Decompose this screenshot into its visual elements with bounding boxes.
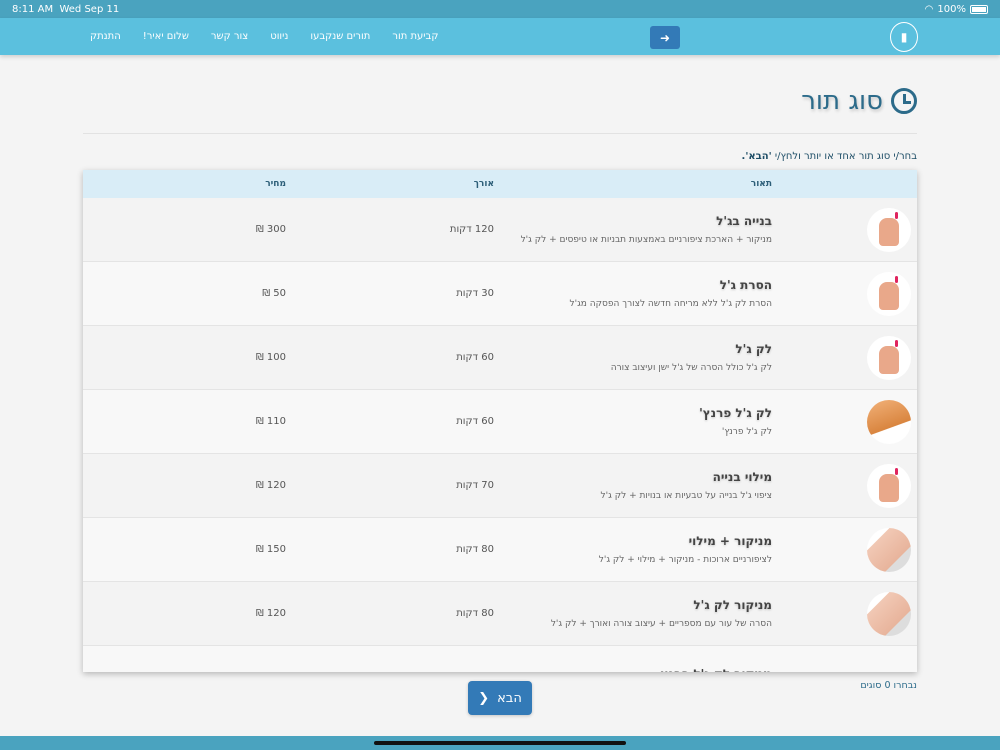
- header-description: תאור: [750, 179, 772, 189]
- nav-contact[interactable]: צור קשר: [211, 31, 248, 42]
- row-description: מניקור + מילוי לציפורניים ארוכות - מניקור…: [494, 534, 772, 565]
- service-description: הסרת לק ג'ל ללא מריחה חדשה לצורך הפסקה מ…: [569, 299, 773, 309]
- row-description: מניקור לק ג'ל הסרה של עור עם מספריים + עי…: [494, 598, 772, 629]
- next-button[interactable]: הבא ❮: [468, 681, 532, 715]
- table-row[interactable]: מניקור לק ג'ל הסרה של עור עם מספריים + עי…: [83, 582, 917, 646]
- service-image: [867, 463, 911, 508]
- service-description: לק ג'ל כולל הסרה של ג'ל ישן ועיצוב צורה: [610, 363, 772, 373]
- table-row[interactable]: לק ג'ל פרנץ' לק ג'ל פרנץ' 60 דקות 110 ₪: [83, 390, 917, 454]
- service-duration: 80 דקות: [456, 608, 494, 619]
- header-duration: אורך: [473, 179, 494, 189]
- service-duration: 70 דקות: [456, 480, 494, 491]
- table-header: תאור אורך מחיר: [83, 170, 917, 198]
- row-image-cell: [772, 399, 917, 444]
- service-duration: 60 דקות: [456, 416, 494, 427]
- page-title-text: סוג תור: [801, 86, 883, 116]
- service-title: מניקור לק ג'ל: [693, 598, 772, 612]
- row-description: לק ג'ל לק ג'ל כולל הסרה של ג'ל ישן ועיצוב…: [494, 342, 772, 373]
- nav-my-appointments[interactable]: תורים שנקבעו: [310, 31, 370, 42]
- service-image: [867, 271, 911, 316]
- row-image-cell: [772, 271, 917, 316]
- header-price: מחיר: [265, 179, 286, 189]
- row-description: בנייה בג'ל מניקור + הארכת ציפורניים באמצע…: [494, 214, 772, 245]
- nav-book-appointment[interactable]: קביעת תור: [392, 31, 438, 42]
- instruction-bold: 'הבא'.: [741, 151, 772, 162]
- service-title: מילוי בנייה: [712, 470, 772, 484]
- chevron-left-icon: ❮: [478, 690, 490, 706]
- service-duration: 30 דקות: [456, 288, 494, 299]
- instruction-text: בחר/י סוג תור אחד או יותר ולחץ/י 'הבא'.: [742, 151, 917, 162]
- service-image: [867, 207, 911, 252]
- service-image: [867, 527, 911, 572]
- battery-icon: [970, 4, 988, 14]
- table-row[interactable]: לק ג'ל לק ג'ל כולל הסרה של ג'ל ישן ועיצוב…: [83, 326, 917, 390]
- row-image-cell: [772, 335, 917, 380]
- table-row[interactable]: בנייה בג'ל מניקור + הארכת ציפורניים באמצע…: [83, 198, 917, 262]
- row-description: לק ג'ל פרנץ' לק ג'ל פרנץ': [494, 406, 772, 437]
- service-description: לציפורניים ארוכות - מניקור + מילוי + לק …: [598, 555, 772, 565]
- navbar: קביעת תור תורים שנקבעו ניווט צור קשר שלו…: [0, 18, 1000, 55]
- service-description: מניקור + הארכת ציפורניים באמצעות תבניות …: [520, 235, 772, 245]
- table-row[interactable]: מניקור לק ג'ל פרנץ: [83, 646, 917, 672]
- status-date: Wed Sep 11: [59, 3, 120, 15]
- appointment-types-table[interactable]: תאור אורך מחיר בנייה בג'ל מניקור + הארכת …: [83, 170, 917, 672]
- battery-percent: 100%: [937, 3, 966, 15]
- service-image: [867, 591, 911, 636]
- service-duration: 120 דקות: [449, 224, 494, 235]
- service-title: מניקור לק ג'ל פרנץ: [494, 667, 772, 672]
- service-title: לק ג'ל: [735, 342, 772, 356]
- service-duration: 80 דקות: [456, 544, 494, 555]
- service-price: 100 ₪: [255, 352, 286, 363]
- service-price: 300 ₪: [255, 224, 286, 235]
- divider: [83, 133, 917, 134]
- service-image: [867, 335, 911, 380]
- service-price: 120 ₪: [255, 608, 286, 619]
- row-description: מניקור לק ג'ל פרנץ: [494, 667, 772, 672]
- row-image-cell: [772, 527, 917, 572]
- row-description: הסרת ג'ל הסרת לק ג'ל ללא מריחה חדשה לצורך…: [494, 278, 773, 309]
- service-description: הסרה של עור עם מספריים + עיצוב צורה ואור…: [550, 619, 772, 629]
- instruction-main: בחר/י סוג תור אחד או יותר ולחץ/י: [771, 151, 917, 162]
- home-indicator[interactable]: [374, 741, 626, 745]
- row-image-cell: [772, 463, 917, 508]
- forward-button[interactable]: ➜: [650, 26, 680, 49]
- service-title: הסרת ג'ל: [719, 278, 772, 292]
- status-time: 8:11 AM: [12, 3, 54, 15]
- service-price: 120 ₪: [255, 480, 286, 491]
- service-title: מניקור + מילוי: [688, 534, 772, 548]
- wifi-icon: ◠: [924, 3, 934, 15]
- table-row[interactable]: הסרת ג'ל הסרת לק ג'ל ללא מריחה חדשה לצורך…: [83, 262, 917, 326]
- service-price: 50 ₪: [262, 288, 286, 299]
- page-title: סוג תור: [801, 86, 917, 116]
- service-image: [867, 399, 911, 444]
- service-description: לק ג'ל פרנץ': [721, 427, 772, 437]
- nav-navigation[interactable]: ניווט: [270, 31, 288, 42]
- next-label: הבא: [497, 690, 522, 706]
- service-price: 110 ₪: [255, 416, 286, 427]
- clock-icon: [891, 88, 917, 114]
- table-row[interactable]: מילוי בנייה ציפוי ג'ל בנייה על טבעיות או …: [83, 454, 917, 518]
- selected-count: נבחרו 0 סוגים: [860, 680, 917, 691]
- logo[interactable]: ▮: [890, 22, 918, 52]
- service-price: 150 ₪: [255, 544, 286, 555]
- row-description: מילוי בנייה ציפוי ג'ל בנייה על טבעיות או …: [494, 470, 772, 501]
- service-duration: 60 דקות: [456, 352, 494, 363]
- service-title: לק ג'ל פרנץ': [699, 406, 772, 420]
- arrow-right-icon: ➜: [659, 30, 671, 45]
- service-description: ציפוי ג'ל בנייה על טבעיות או בנויות + לק…: [600, 491, 772, 501]
- nav-logout[interactable]: התנתק: [90, 31, 121, 42]
- row-image-cell: [772, 591, 917, 636]
- table-row[interactable]: מניקור + מילוי לציפורניים ארוכות - מניקור…: [83, 518, 917, 582]
- status-bar: 8:11 AM Wed Sep 11 ◠ 100%: [0, 0, 1000, 18]
- service-title: בנייה בג'ל: [716, 214, 772, 228]
- row-image-cell: [772, 207, 917, 252]
- nav-greeting[interactable]: שלום יאיר!: [143, 31, 189, 42]
